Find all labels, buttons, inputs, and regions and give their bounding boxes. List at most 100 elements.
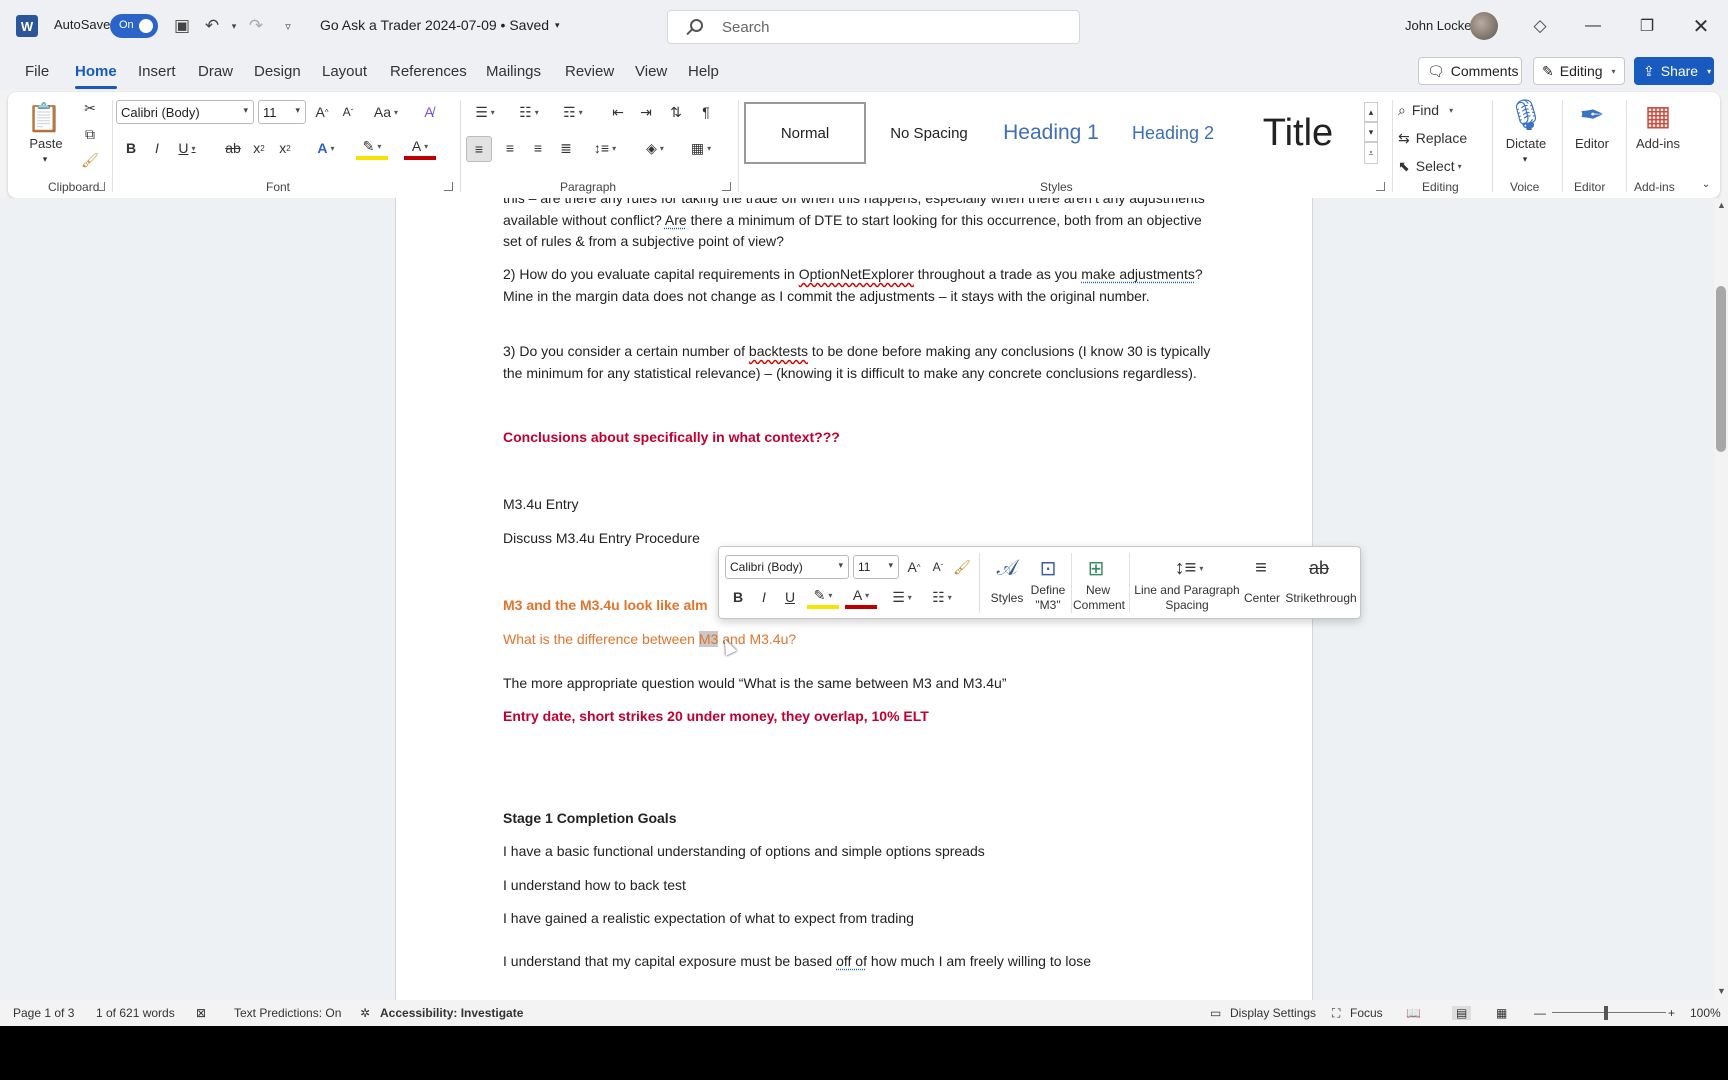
paragraph[interactable]: I understand how to back test <box>503 875 1223 897</box>
styles-launcher-icon[interactable] <box>1376 182 1385 191</box>
new-comment-label[interactable]: New Comment <box>1073 583 1125 613</box>
redo-icon[interactable]: ↷ <box>244 14 268 38</box>
page-count[interactable]: Page 1 of 3 <box>13 1006 74 1020</box>
define-icon[interactable]: ⊡ <box>1033 553 1063 583</box>
paragraph[interactable]: Entry date, short strikes 20 under money… <box>503 706 1223 728</box>
bold-icon[interactable]: B <box>120 136 142 160</box>
style-title[interactable]: Title <box>1236 102 1360 164</box>
mini-strikethrough-icon[interactable]: ab <box>1299 553 1339 583</box>
tab-home[interactable]: Home <box>75 63 117 89</box>
underline-icon[interactable]: U ▾ <box>172 136 202 160</box>
paragraph[interactable]: I understand that my capital exposure mu… <box>503 951 1223 973</box>
borders-icon[interactable]: ▦ ▾ <box>684 136 718 160</box>
minimize-icon[interactable]: — <box>1570 0 1616 52</box>
mini-font-color-icon[interactable]: A ▾ <box>845 585 877 609</box>
grammar-flag[interactable]: off of <box>836 953 867 969</box>
show-formatting-icon[interactable]: ¶ <box>694 100 718 124</box>
zoom-out-icon[interactable]: — <box>1534 1006 1546 1020</box>
mini-styles-icon[interactable]: 𝒜 <box>989 553 1025 583</box>
justify-icon[interactable]: ≣ <box>554 136 578 160</box>
tab-references[interactable]: References <box>390 63 467 80</box>
avatar[interactable] <box>1470 12 1498 40</box>
paragraph-launcher-icon[interactable] <box>722 182 731 191</box>
center-label[interactable]: Center <box>1241 591 1283 606</box>
paragraph[interactable]: 2) How do you evaluate capital requireme… <box>503 264 1223 307</box>
undo-icon[interactable]: ↶ <box>200 14 224 38</box>
read-mode-icon[interactable]: 📖 <box>1406 1006 1421 1020</box>
scroll-down-icon[interactable]: ▼ <box>1717 986 1726 996</box>
zoom-slider[interactable] <box>1552 1012 1666 1013</box>
web-layout-icon[interactable]: ▦ <box>1496 1006 1507 1020</box>
italic-icon[interactable]: I <box>146 136 168 160</box>
addins-icon[interactable]: ▦ <box>1640 96 1676 134</box>
print-layout-icon[interactable]: ▤ <box>1452 1006 1472 1020</box>
cut-icon[interactable]: ✂ <box>80 98 100 118</box>
tab-design[interactable]: Design <box>254 63 301 80</box>
numbering-icon[interactable]: ☷ ▾ <box>512 100 546 124</box>
editor-icon[interactable]: ✒ <box>1574 96 1610 134</box>
display-settings[interactable]: Display Settings <box>1230 1006 1316 1020</box>
comments-button[interactable]: 🗨 Comments <box>1418 57 1522 85</box>
focus-mode[interactable]: Focus <box>1350 1006 1383 1020</box>
microphone-icon[interactable]: 🎙 <box>1507 96 1545 134</box>
tab-draw[interactable]: Draw <box>198 63 233 80</box>
selected-text[interactable]: M3 <box>698 631 719 647</box>
save-icon[interactable]: ▣ <box>170 14 194 38</box>
paragraph[interactable]: What is the difference between M3 and M3… <box>503 629 1223 651</box>
proofing-icon[interactable]: ⊠ <box>196 1006 206 1020</box>
restore-icon[interactable]: ❐ <box>1624 0 1670 52</box>
mini-styles-label[interactable]: Styles <box>983 591 1031 606</box>
collapse-ribbon-icon[interactable]: ⌄ <box>1698 176 1714 192</box>
decrease-indent-icon[interactable]: ⇤ <box>606 100 630 124</box>
font-name-combo[interactable]: Calibri (Body) ▾ <box>116 100 254 124</box>
align-right-icon[interactable]: ≡ <box>526 136 550 160</box>
style-normal[interactable]: Normal <box>744 102 866 164</box>
grammar-flag[interactable]: make adjustments <box>1081 266 1195 282</box>
copy-icon[interactable]: ⧉ <box>80 124 100 144</box>
font-launcher-icon[interactable] <box>444 182 453 191</box>
search-box[interactable]: Search <box>667 10 1080 44</box>
shading-icon[interactable]: ◈ ▾ <box>638 136 672 160</box>
mini-italic-icon[interactable]: I <box>753 585 775 609</box>
multilevel-list-icon[interactable]: ☶ ▾ <box>556 100 590 124</box>
tab-file[interactable]: File <box>25 63 49 80</box>
find-button[interactable]: ⌕ Find ▾ <box>1398 98 1484 122</box>
new-comment-icon[interactable]: ⊞ <box>1081 553 1111 583</box>
paragraph[interactable]: I have gained a realistic expectation of… <box>503 908 1223 930</box>
tab-layout[interactable]: Layout <box>322 63 367 80</box>
editor-label[interactable]: Editor <box>1566 136 1618 151</box>
tab-view[interactable]: View <box>635 63 667 80</box>
paragraph[interactable]: Conclusions about specifically in what c… <box>503 427 1223 449</box>
paragraph[interactable]: this – are there any rules for taking th… <box>503 198 1223 253</box>
strikethrough-icon[interactable]: ab <box>222 136 244 160</box>
shrink-font-icon[interactable]: Aˇ <box>337 100 359 124</box>
undo-dropdown-icon[interactable]: ▾ <box>222 14 246 38</box>
zoom-in-icon[interactable]: + <box>1668 1006 1675 1020</box>
mini-font-size-combo[interactable]: 11 ▾ <box>853 555 899 579</box>
addins-label[interactable]: Add-ins <box>1630 136 1686 151</box>
style-heading-2[interactable]: Heading 2 <box>1114 102 1232 164</box>
mini-shrink-font-icon[interactable]: Aˇ <box>927 555 949 579</box>
word-count[interactable]: 1 of 621 words <box>96 1006 175 1020</box>
editing-mode-button[interactable]: ✎ Editing ▾ <box>1533 57 1625 85</box>
tab-insert[interactable]: Insert <box>138 63 176 80</box>
user-name[interactable]: John Locke <box>1405 18 1472 33</box>
styles-scroll-up-icon[interactable]: ▴ <box>1364 102 1378 122</box>
customize-qat-icon[interactable]: ▿ <box>276 14 300 38</box>
paragraph[interactable]: 3) Do you consider a certain number of b… <box>503 341 1223 384</box>
select-button[interactable]: ⬉ Select ▾ <box>1398 154 1484 178</box>
vertical-scrollbar[interactable]: ▲ ▼ <box>1714 198 1728 1000</box>
paste-icon[interactable]: 📋 <box>27 98 62 136</box>
spelling-flag[interactable]: backtests <box>749 343 808 359</box>
font-size-combo[interactable]: 11 ▾ <box>258 100 306 124</box>
replace-button[interactable]: ⇆ Replace <box>1398 126 1484 150</box>
text-effects-icon[interactable]: A ▾ <box>310 136 342 160</box>
center-icon[interactable]: ≡ <box>1243 553 1279 583</box>
mini-grow-font-icon[interactable]: A ^ <box>903 555 925 579</box>
clipboard-launcher-icon[interactable] <box>96 182 105 191</box>
style-heading-1[interactable]: Heading 1 <box>992 102 1110 164</box>
font-color-icon[interactable]: A ▾ <box>404 136 436 160</box>
style-no-spacing[interactable]: No Spacing <box>870 102 988 164</box>
define-label[interactable]: Define "M3" <box>1027 583 1069 613</box>
increase-indent-icon[interactable]: ⇥ <box>634 100 658 124</box>
